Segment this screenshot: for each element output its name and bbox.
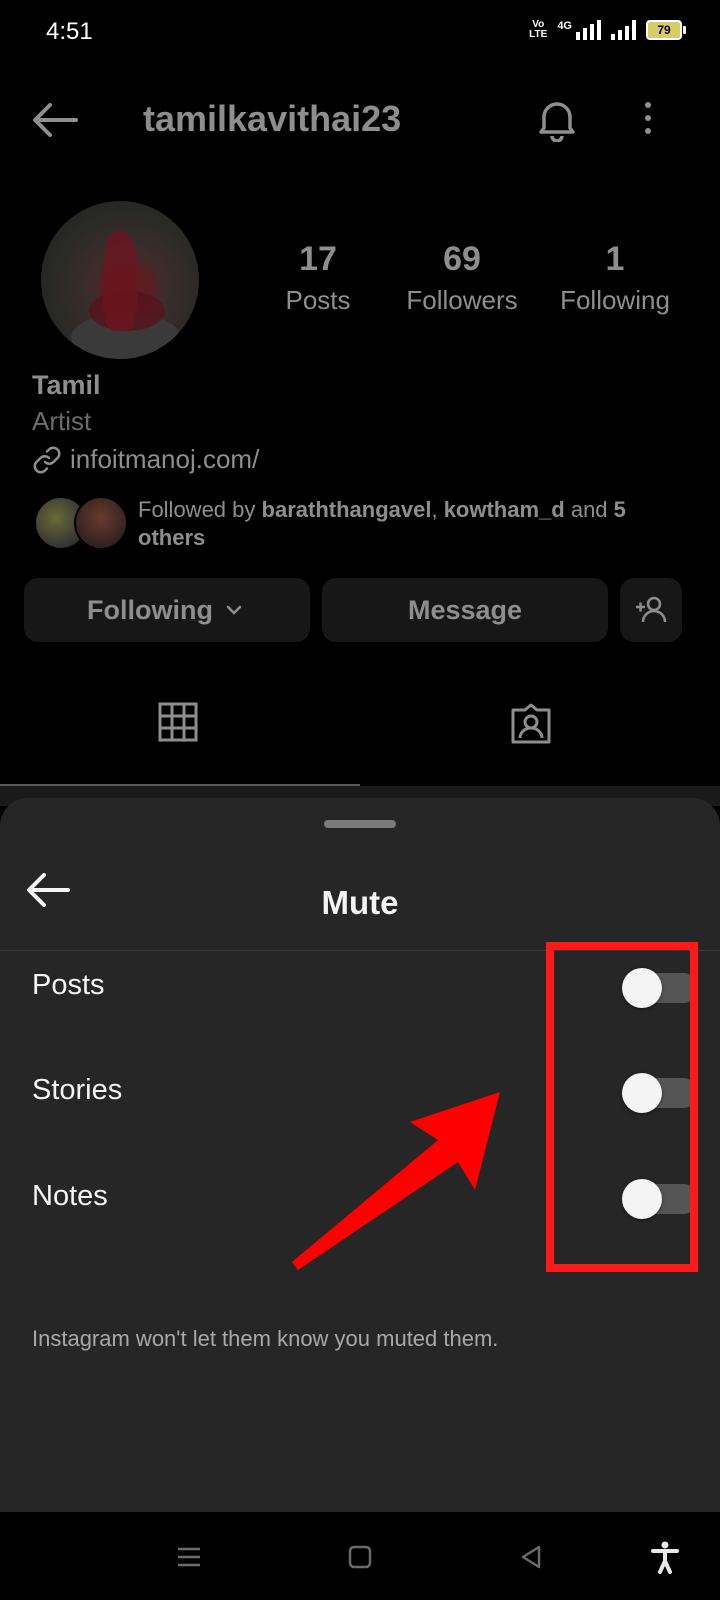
- mutual-user-2: kowtham_d: [443, 497, 565, 522]
- home-icon[interactable]: [343, 1540, 377, 1574]
- mute-posts-label: Posts: [32, 969, 105, 1001]
- chevron-down-icon: [226, 605, 242, 615]
- stat-following[interactable]: 1 Following: [548, 240, 682, 316]
- network-type: 4G: [557, 20, 572, 32]
- mute-stories-label: Stories: [32, 1074, 123, 1106]
- following-button-label: Following: [87, 594, 213, 625]
- mute-notes-label: Notes: [32, 1180, 108, 1212]
- link-icon: [33, 446, 61, 473]
- stat-posts[interactable]: 17 Posts: [268, 240, 368, 316]
- add-user-button[interactable]: [620, 578, 682, 642]
- tagged-icon[interactable]: [509, 702, 553, 746]
- back-arrow-icon[interactable]: [30, 100, 80, 140]
- profile-avatar[interactable]: [41, 201, 199, 359]
- status-icons: Vo LTE 4G 79: [529, 19, 686, 40]
- stat-followers-label: Followers: [406, 285, 518, 315]
- bell-icon[interactable]: [534, 96, 580, 142]
- mutual-avatars: [34, 496, 128, 550]
- annotation-arrow: [292, 1092, 500, 1270]
- back-nav-icon[interactable]: [514, 1540, 548, 1574]
- accessibility-icon[interactable]: [648, 1540, 682, 1574]
- grid-icon[interactable]: [158, 702, 198, 742]
- followed-by[interactable]: Followed by baraththangavel, kowtham_d a…: [34, 496, 658, 552]
- status-bar: 4:51 Vo LTE 4G 79: [0, 0, 720, 64]
- system-nav-bar: [0, 1512, 720, 1600]
- volte-icon: Vo LTE: [529, 19, 548, 40]
- stat-followers[interactable]: 69 Followers: [395, 240, 529, 316]
- following-button[interactable]: Following: [24, 578, 310, 642]
- stat-posts-label: Posts: [285, 285, 351, 315]
- mutual-user-1: baraththangavel: [261, 497, 432, 522]
- sheet-title: Mute: [321, 884, 399, 921]
- profile-link[interactable]: infoitmanoj.com/: [32, 444, 259, 475]
- signal-icon-2: [611, 20, 636, 40]
- mute-disclaimer: Instagram won't let them know you muted …: [32, 1326, 499, 1351]
- message-button[interactable]: Message: [322, 578, 608, 642]
- status-time: 4:51: [46, 18, 93, 45]
- followed-by-text: Followed by baraththangavel, kowtham_d a…: [138, 497, 626, 550]
- stat-followers-value: 69: [443, 240, 481, 278]
- profile-link-text: infoitmanoj.com/: [70, 444, 260, 474]
- profile-header: tamilkavithai23: [0, 80, 720, 160]
- profile-username: tamilkavithai23: [143, 98, 402, 139]
- stat-posts-value: 17: [299, 240, 337, 278]
- profile-name: Tamil: [32, 370, 101, 400]
- profile-tabs: [0, 692, 720, 792]
- add-user-icon: [636, 596, 667, 623]
- battery-icon: 79: [646, 20, 686, 40]
- highlight-box: [546, 942, 698, 1272]
- stat-following-value: 1: [605, 240, 625, 278]
- profile-category: Artist: [32, 406, 92, 436]
- menu-icon[interactable]: [172, 1540, 206, 1574]
- signal-icon: [576, 20, 601, 40]
- message-button-label: Message: [407, 594, 523, 625]
- more-vertical-icon[interactable]: [640, 102, 656, 142]
- sheet-drag-handle[interactable]: [324, 820, 396, 828]
- profile-screen: 4:51 Vo LTE 4G 79 tamilkavithai23 17 Post…: [0, 0, 720, 806]
- stat-following-label: Following: [560, 285, 670, 315]
